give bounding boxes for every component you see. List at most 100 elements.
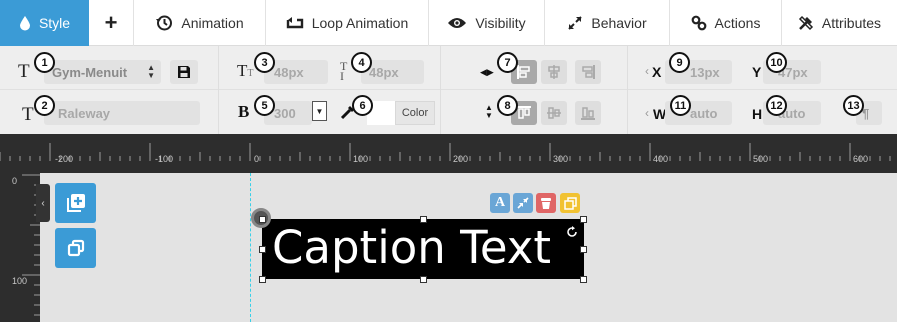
callout-badge: 1 xyxy=(34,52,55,73)
save-style-button[interactable] xyxy=(170,60,198,84)
tab-visibility[interactable]: Visibility xyxy=(429,0,545,46)
x-decrement-icon[interactable]: ‹ xyxy=(645,64,649,78)
copy-layer-button[interactable] xyxy=(560,193,580,213)
text-a-icon: A xyxy=(494,195,506,210)
align-top-icon xyxy=(517,106,531,119)
link-icon xyxy=(691,15,706,31)
auto-size-button[interactable] xyxy=(513,193,533,213)
ruler-label: 100 xyxy=(12,276,28,286)
tab-behavior[interactable]: Behavior xyxy=(545,0,670,46)
callout-badge: 13 xyxy=(843,95,864,116)
h-label: H xyxy=(752,106,763,122)
callout-badge: 6 xyxy=(352,95,373,116)
callout-badge: 9 xyxy=(669,52,690,73)
align-middle-icon xyxy=(547,107,561,119)
callout-badge: 2 xyxy=(34,95,55,116)
ruler-label: -200 xyxy=(55,154,74,164)
callout-badge: 11 xyxy=(670,95,691,116)
font-size-icon: TT xyxy=(237,61,254,80)
color-button[interactable]: Color xyxy=(395,101,435,125)
caption-text[interactable]: Caption Text xyxy=(272,221,551,274)
ruler-label: 0 xyxy=(12,176,18,186)
resize-handle[interactable] xyxy=(580,216,587,223)
h-align-icon: ◀▶ xyxy=(480,67,494,77)
vertical-ruler[interactable]: 0 100 xyxy=(0,173,40,322)
align-center-button[interactable] xyxy=(541,60,567,84)
font-family-input[interactable]: Raleway xyxy=(44,101,200,125)
duplicate-icon xyxy=(67,239,84,257)
tab-label: Actions xyxy=(714,15,761,31)
x-label: X xyxy=(652,64,662,80)
tab-style[interactable]: Style xyxy=(0,0,89,46)
floppy-icon xyxy=(178,66,190,78)
add-tab-button[interactable]: + xyxy=(89,0,134,46)
origin-guide-line xyxy=(250,173,251,322)
resize-handle[interactable] xyxy=(420,216,427,223)
trash-icon xyxy=(541,197,551,209)
text-edit-button[interactable]: A xyxy=(490,193,510,213)
font-weight-icon: B xyxy=(238,102,250,121)
ruler-label: 0 xyxy=(254,154,260,164)
horizontal-ruler[interactable]: -200 -100 0 100 200 300 400 500 600 xyxy=(0,134,897,173)
align-right-button[interactable] xyxy=(575,60,601,84)
tab-attributes[interactable]: Attributes xyxy=(782,0,897,46)
tools-icon xyxy=(798,15,813,31)
ruler-label: 600 xyxy=(853,154,869,164)
ruler-label: 500 xyxy=(753,154,769,164)
resize-handle[interactable] xyxy=(259,276,266,283)
collapse-panel-button[interactable]: ‹ xyxy=(36,184,50,222)
copy-icon xyxy=(563,196,577,210)
callout-badge: 12 xyxy=(766,95,787,116)
arrows-icon xyxy=(568,16,583,30)
eye-icon xyxy=(448,18,467,28)
resize-handle[interactable] xyxy=(259,246,266,253)
callout-badge: 7 xyxy=(497,52,518,73)
divider xyxy=(627,46,628,134)
plus-icon: + xyxy=(104,10,118,35)
editor-window: Style + Animation Loop Animation Visibil… xyxy=(0,0,897,322)
align-bottom-icon xyxy=(581,107,595,120)
ruler-label: 400 xyxy=(653,154,669,164)
font-style-value: Gym-Menuit xyxy=(52,64,128,80)
rotate-icon[interactable] xyxy=(566,226,578,238)
line-height-icon: TI xyxy=(340,59,348,83)
align-bottom-button[interactable] xyxy=(575,101,601,125)
chevron-left-icon: ‹ xyxy=(41,197,45,209)
font-weight-dropdown[interactable]: ▼ xyxy=(312,101,327,121)
tab-label: Style xyxy=(38,15,71,31)
tab-label: Attributes xyxy=(821,15,882,31)
tab-label: Visibility xyxy=(475,15,526,31)
ruler-ticks xyxy=(22,174,40,316)
font-style-select[interactable]: Gym-Menuit ▲ ▼ xyxy=(44,60,161,84)
align-center-icon xyxy=(548,65,560,79)
font-weight-value: 300 xyxy=(274,105,296,121)
ruler-label: 100 xyxy=(353,154,369,164)
add-layer-icon xyxy=(66,194,85,212)
add-layer-button[interactable] xyxy=(55,183,96,223)
tab-animation[interactable]: Animation xyxy=(134,0,266,46)
width-value: auto xyxy=(690,105,718,121)
v-align-icon: ▲ ▼ xyxy=(485,103,493,120)
resize-handle[interactable] xyxy=(580,276,587,283)
divider xyxy=(218,46,219,134)
tab-actions[interactable]: Actions xyxy=(670,0,782,46)
tab-label: Animation xyxy=(181,15,244,31)
resize-handle[interactable] xyxy=(580,246,587,253)
callout-badge: 4 xyxy=(351,52,372,73)
callout-badge: 10 xyxy=(766,52,787,73)
resize-handle[interactable] xyxy=(259,216,266,223)
align-middle-button[interactable] xyxy=(541,101,567,125)
y-label: Y xyxy=(752,64,762,80)
tab-loop-animation[interactable]: Loop Animation xyxy=(266,0,429,46)
w-decrement-icon[interactable]: ‹ xyxy=(645,106,649,120)
duplicate-layer-button[interactable] xyxy=(55,228,96,268)
x-position-value: 13px xyxy=(690,64,720,80)
align-left-icon xyxy=(517,65,530,79)
resize-handle[interactable] xyxy=(420,276,427,283)
align-right-icon xyxy=(582,65,595,79)
font-size-value: 48px xyxy=(274,64,304,80)
tab-label: Loop Animation xyxy=(311,15,409,31)
select-caret-icon: ▲ ▼ xyxy=(147,63,155,80)
delete-layer-button[interactable] xyxy=(536,193,556,213)
callout-badge: 3 xyxy=(254,52,275,73)
